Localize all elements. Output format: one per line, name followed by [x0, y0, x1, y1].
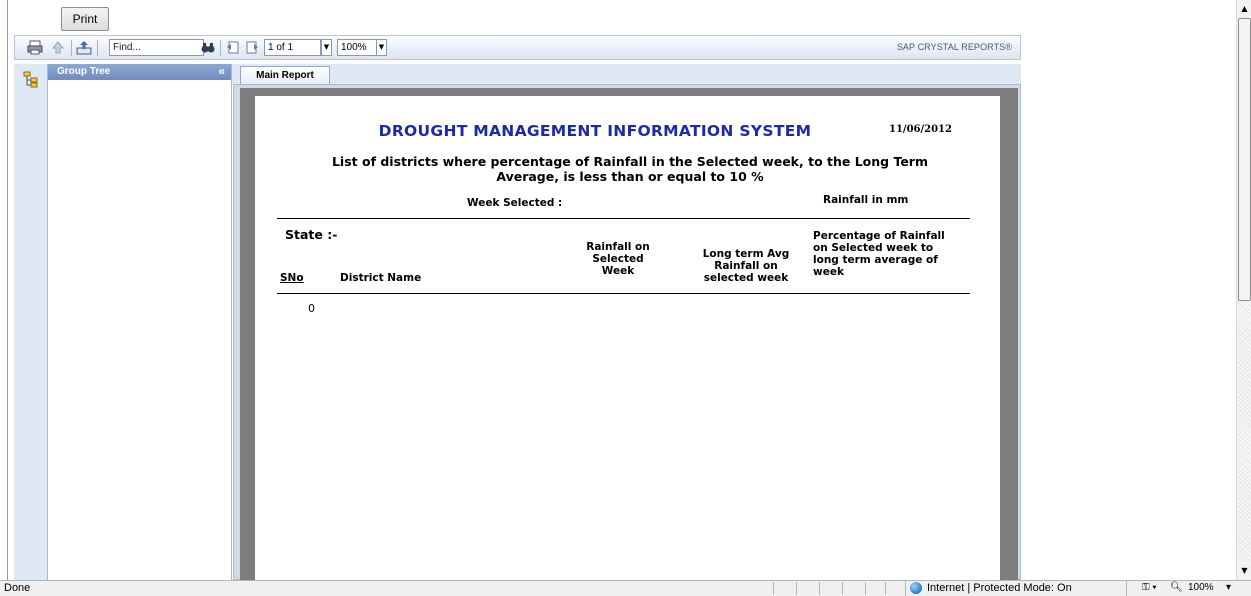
- vertical-scrollbar[interactable]: ▲ ▼: [1236, 0, 1251, 580]
- scroll-thumb[interactable]: [1238, 18, 1251, 301]
- status-cell: [865, 582, 883, 595]
- report-page: DROUGHT MANAGEMENT INFORMATION SYSTEM 11…: [255, 96, 1000, 580]
- group-tree-panel: Group Tree «: [48, 64, 232, 580]
- status-bar: Done Internet | Protected Mode: On ⚿ ▾ 🔍…: [0, 580, 1251, 596]
- security-zone[interactable]: Internet | Protected Mode: On: [905, 581, 1127, 596]
- column-header-district: District Name: [340, 272, 422, 284]
- prev-page-icon[interactable]: [224, 39, 242, 56]
- header-top-rule: [277, 218, 970, 219]
- window-edge: [7, 0, 8, 580]
- table-row-sno: 0: [308, 302, 315, 315]
- globe-icon: [910, 582, 922, 594]
- next-page-icon[interactable]: [243, 39, 261, 56]
- page-dropdown-arrow[interactable]: ▼: [321, 39, 332, 56]
- header-line: long term average of: [813, 254, 938, 266]
- report-date: 11/06/2012: [889, 124, 952, 135]
- zoom-dropdown-arrow[interactable]: ▼: [376, 39, 387, 56]
- report-subtitle-line1: List of districts where percentage of Ra…: [331, 154, 929, 169]
- header-line: selected week: [703, 272, 789, 284]
- report-title: DROUGHT MANAGEMENT INFORMATION SYSTEM: [378, 122, 812, 140]
- status-cell: [885, 582, 903, 595]
- report-subtitle-line2: Average, is less than or equal to 10 %: [496, 169, 764, 184]
- magnifier-icon[interactable]: 🔍︎: [1170, 582, 1183, 593]
- report-toolbar: Find... 1 of 1 ▼ 100% ▼ SAP CRYSTAL REPO…: [14, 35, 1021, 60]
- zoom-select[interactable]: 100%: [337, 39, 377, 56]
- status-cell: [796, 582, 814, 595]
- header-line: Percentage of Rainfall: [813, 230, 945, 242]
- state-label: State :-: [285, 227, 338, 242]
- week-selected-label: Week Selected :: [467, 197, 563, 209]
- brand-label: SAP CRYSTAL REPORTS®: [896, 42, 1012, 52]
- group-tree-title: Group Tree: [57, 66, 111, 77]
- header-line: Selected: [592, 253, 644, 265]
- print-icon[interactable]: [26, 39, 44, 56]
- header-line: Week: [601, 265, 635, 277]
- zoom-dropdown-icon[interactable]: ▾: [1226, 582, 1231, 593]
- tab-strip: [232, 64, 1021, 84]
- browser-window: Print Find... 1 of 1 ▼ 100% ▼ SAP CRYSTA…: [0, 0, 1251, 596]
- header-line: on Selected week to: [813, 242, 934, 254]
- status-cell: [819, 582, 837, 595]
- collapse-panel-button[interactable]: «: [218, 64, 225, 79]
- security-dropdown-icon[interactable]: ⚿ ▾: [1142, 582, 1157, 593]
- scroll-up-icon[interactable]: ▲: [1237, 0, 1251, 17]
- status-cell: [842, 582, 860, 595]
- binoculars-icon[interactable]: [199, 39, 217, 56]
- group-tree-icon[interactable]: [22, 70, 40, 91]
- header-line: week: [813, 266, 844, 278]
- side-panel-icons: [14, 64, 48, 580]
- column-header-sno: SNo: [280, 272, 304, 284]
- print-button[interactable]: Print: [61, 7, 109, 31]
- column-header-rainfall-selected: Rainfall on Selected Week: [563, 241, 673, 277]
- header-line: Rainfall on: [714, 260, 778, 272]
- column-header-percentage: Percentage of Rainfall on Selected week …: [813, 230, 963, 278]
- find-input[interactable]: Find...: [109, 39, 204, 56]
- export-icon[interactable]: [75, 39, 93, 56]
- page-number-input[interactable]: 1 of 1: [264, 39, 321, 56]
- header-bottom-rule: [277, 293, 970, 294]
- status-cell: [773, 582, 791, 595]
- status-text: Done: [4, 582, 31, 594]
- scroll-track[interactable]: [1238, 302, 1251, 562]
- tab-main-report[interactable]: Main Report: [240, 66, 330, 85]
- header-line: Long term Avg: [702, 248, 790, 260]
- scroll-down-icon[interactable]: ▼: [1237, 562, 1251, 579]
- column-header-long-term-avg: Long term Avg Rainfall on selected week: [687, 248, 805, 284]
- report-subtitle: List of districts where percentage of Ra…: [285, 154, 975, 184]
- security-zone-text: Internet | Protected Mode: On: [927, 582, 1072, 594]
- header-line: Rainfall on: [586, 241, 650, 253]
- upload-icon[interactable]: [49, 39, 67, 56]
- unit-label: Rainfall in mm: [823, 194, 909, 206]
- status-zoom[interactable]: 100%: [1188, 582, 1214, 593]
- group-tree-header: Group Tree «: [48, 64, 231, 80]
